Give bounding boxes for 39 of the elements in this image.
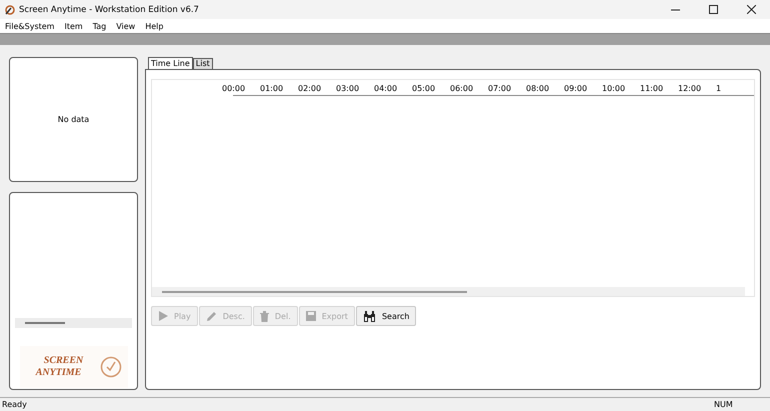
hour-label: 07:00 xyxy=(488,84,512,93)
play-icon xyxy=(158,311,168,321)
menu-item[interactable]: Item xyxy=(64,22,83,30)
clock-icon xyxy=(100,356,122,378)
hour-label: 12:00 xyxy=(678,84,702,93)
menu-item[interactable]: View xyxy=(116,22,136,30)
logo-text: ANYTIME xyxy=(36,368,82,378)
hour-label: 02:00 xyxy=(298,84,322,93)
hour-label: 01:00 xyxy=(260,84,284,93)
hour-label: 00:00 xyxy=(222,84,246,93)
horizontal-scrollbar[interactable] xyxy=(152,287,745,296)
tab[interactable]: Time Line xyxy=(148,57,193,69)
menu-item[interactable]: Tag xyxy=(92,22,106,30)
app-logo-icon xyxy=(5,4,15,14)
menu-item[interactable]: File&System xyxy=(5,22,54,30)
hour-label: 10:00 xyxy=(602,84,626,93)
binoculars-icon xyxy=(362,310,376,322)
hour-label: 06:00 xyxy=(450,84,474,93)
maximize-icon xyxy=(708,5,718,14)
pencil-icon xyxy=(206,310,217,322)
menu-item[interactable]: Help xyxy=(145,22,164,30)
hour-label: 11:00 xyxy=(640,84,664,93)
hour-label: 04:00 xyxy=(374,84,398,93)
logo-text: SCREEN xyxy=(44,356,84,366)
hour-label: 1 xyxy=(716,84,722,93)
hour-label: 03:00 xyxy=(336,84,360,93)
search-button[interactable]: Search xyxy=(356,306,416,326)
num-lock-indicator: NUM xyxy=(714,400,734,409)
scrollbar-thumb[interactable] xyxy=(25,322,65,324)
hour-label: 05:00 xyxy=(412,84,436,93)
trash-icon xyxy=(260,310,269,322)
tab[interactable]: List xyxy=(192,58,213,69)
empty-message: No data xyxy=(58,115,90,124)
hour-label: 09:00 xyxy=(564,84,588,93)
status-message: Ready xyxy=(2,400,28,409)
horizontal-scrollbar[interactable] xyxy=(15,318,132,328)
hour-label: 08:00 xyxy=(526,84,550,93)
window-title: Screen Anytime - Workstation Edition v6.7 xyxy=(19,4,200,14)
close-icon xyxy=(746,5,756,14)
